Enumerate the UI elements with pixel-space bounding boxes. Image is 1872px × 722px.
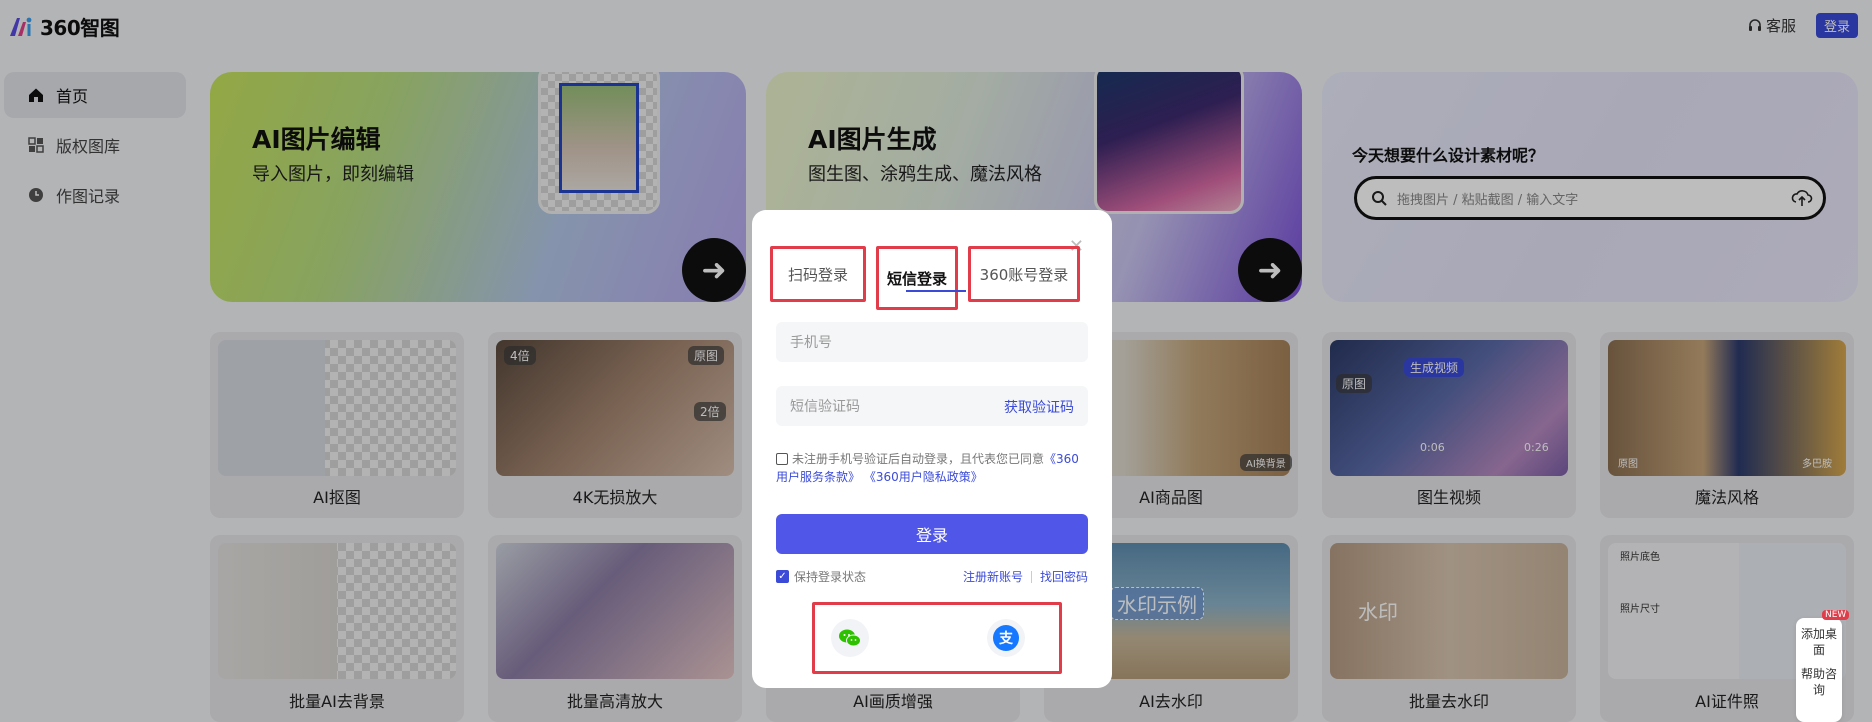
link-divider (1030, 570, 1032, 583)
new-badge: NEW (1822, 610, 1850, 620)
account-links: 注册新账号 找回密码 (963, 568, 1088, 585)
agreement: 未注册手机号验证后自动登录，且代表您已同意《360用户服务条款》 《360用户隐… (776, 450, 1090, 486)
login-modal: ✕ 扫码登录 短信登录 360账号登录 手机号 短信验证码 获取验证码 未注册手… (752, 210, 1112, 688)
wechat-icon (839, 629, 861, 647)
tab-qr-login[interactable]: 扫码登录 (770, 246, 866, 302)
social-login: 支 (812, 602, 1062, 674)
tab-sms-label: 短信登录 (886, 269, 947, 288)
sms-code-placeholder: 短信验证码 (790, 399, 860, 415)
agreement-checkbox[interactable] (776, 453, 788, 465)
get-code-button[interactable]: 获取验证码 (1004, 397, 1074, 417)
remember-login[interactable]: ✓ 保持登录状态 (776, 568, 866, 585)
phone-placeholder: 手机号 (790, 335, 832, 351)
login-tabs: 扫码登录 短信登录 360账号登录 (770, 246, 1090, 310)
add-to-desktop-button[interactable]: 添加桌面 (1796, 618, 1842, 658)
remember-checkbox[interactable]: ✓ (776, 570, 789, 583)
remember-label: 保持登录状态 (794, 570, 867, 584)
help-button[interactable]: 帮助咨询 (1796, 658, 1842, 698)
add-desktop-label: 添加桌面 (1800, 627, 1837, 657)
sms-code-field[interactable]: 短信验证码 获取验证码 (776, 386, 1088, 426)
tab-account-login[interactable]: 360账号登录 (968, 246, 1080, 302)
floating-toolbar: NEW 添加桌面 帮助咨询 (1796, 610, 1850, 722)
help-label: 帮助咨询 (1800, 667, 1837, 697)
agreement-text: 未注册手机号验证后自动登录，且代表您已同意 (792, 452, 1045, 466)
tab-sms-login[interactable]: 短信登录 (876, 246, 958, 310)
privacy-link[interactable]: 《360用户隐私政策》 (864, 470, 983, 484)
wechat-login-button[interactable] (831, 619, 869, 657)
login-button[interactable]: 登录 (776, 514, 1088, 554)
phone-field[interactable]: 手机号 (776, 322, 1088, 362)
active-tab-indicator (906, 290, 966, 292)
alipay-icon: 支 (993, 625, 1019, 651)
register-link[interactable]: 注册新账号 (963, 568, 1023, 585)
forgot-password-link[interactable]: 找回密码 (1040, 568, 1088, 585)
alipay-login-button[interactable]: 支 (987, 619, 1025, 657)
page: 360智图 客服 登录 首页 版权图库 作图记录 AI图片编辑 导入图片，即刻编… (0, 0, 1872, 722)
